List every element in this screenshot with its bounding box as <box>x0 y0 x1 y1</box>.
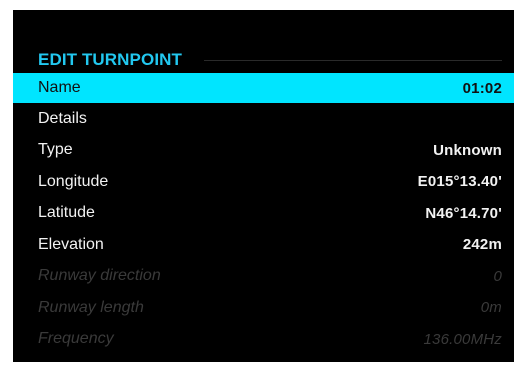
header-divider <box>204 60 502 61</box>
page-title: EDIT TURNPOINT <box>38 50 183 69</box>
field-label-runway-length: Runway length <box>38 298 144 316</box>
field-label-details: Details <box>38 109 87 127</box>
field-label-runway-direction: Runway direction <box>38 267 161 285</box>
field-row-name[interactable]: Name 01:02 <box>13 73 514 103</box>
field-value-runway-length: 0m <box>480 299 502 317</box>
field-row-longitude[interactable]: Longitude E015°13.40' <box>13 166 514 198</box>
edit-turnpoint-panel: EDIT TURNPOINT Name 01:02 Details Type U… <box>13 10 514 362</box>
field-value-longitude: E015°13.40' <box>417 173 502 191</box>
field-row-type[interactable]: Type Unknown <box>13 135 514 167</box>
field-value-runway-direction: 0 <box>493 267 502 285</box>
field-value-elevation: 242m <box>462 236 502 254</box>
field-row-runway-direction: Runway direction 0 <box>13 261 514 293</box>
field-row-runway-length: Runway length 0m <box>13 292 514 324</box>
field-value-frequency: 136.00MHz <box>423 330 502 348</box>
turnpoint-field-list: Name 01:02 Details Type Unknown Longitud… <box>13 73 514 355</box>
field-row-elevation[interactable]: Elevation 242m <box>13 229 514 261</box>
field-label-elevation: Elevation <box>38 235 104 253</box>
field-label-type: Type <box>38 141 73 159</box>
field-label-longitude: Longitude <box>38 172 109 190</box>
field-row-details[interactable]: Details <box>13 103 514 135</box>
field-label-name: Name <box>38 79 81 96</box>
field-value-name: 01:02 <box>462 79 502 97</box>
field-value-type: Unknown <box>433 141 502 159</box>
field-row-frequency: Frequency 136.00MHz <box>13 324 514 356</box>
field-row-latitude[interactable]: Latitude N46°14.70' <box>13 198 514 230</box>
field-value-latitude: N46°14.70' <box>425 204 502 222</box>
field-label-latitude: Latitude <box>38 204 95 222</box>
field-label-frequency: Frequency <box>38 330 114 348</box>
section-header: EDIT TURNPOINT <box>13 48 514 72</box>
